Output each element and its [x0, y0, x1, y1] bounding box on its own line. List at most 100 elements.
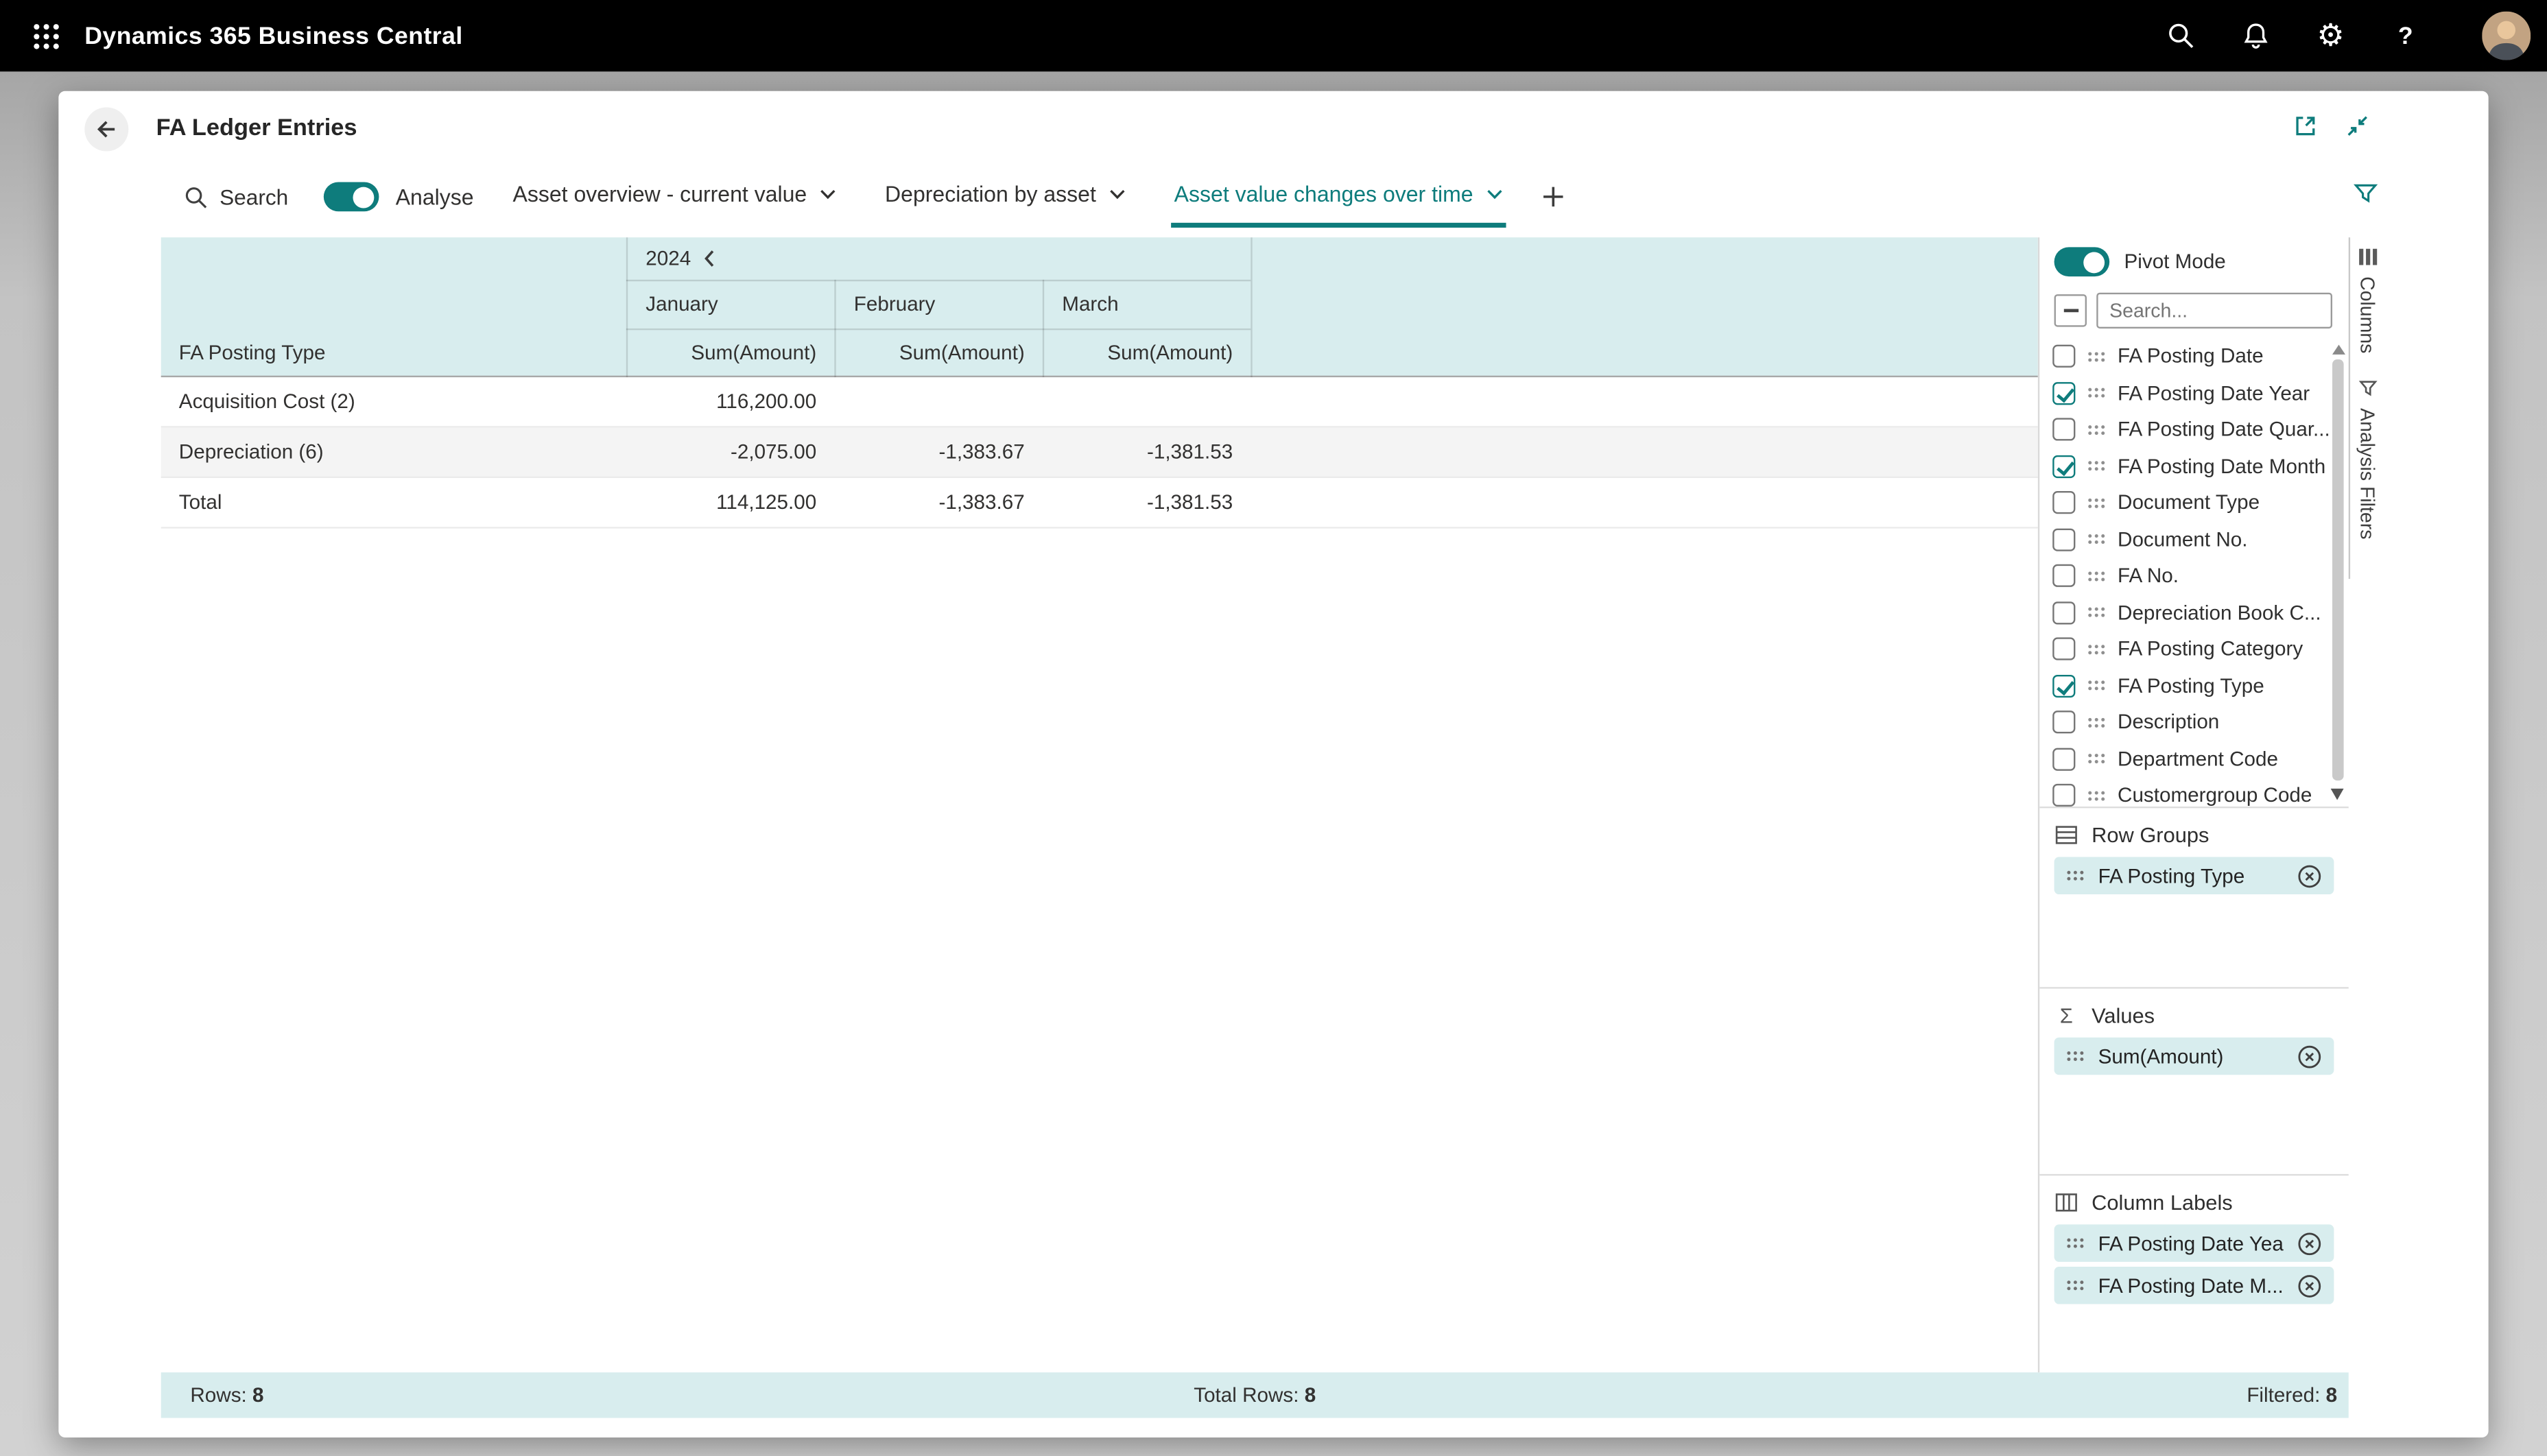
plus-icon	[1541, 185, 1564, 208]
analysis-tab[interactable]: Depreciation by asset	[881, 166, 1128, 228]
remove-chip-button[interactable]	[2297, 863, 2323, 889]
header-divider	[626, 329, 1251, 330]
analysis-tab-label: Asset overview - current value	[512, 182, 807, 207]
scroll-up-icon[interactable]	[2332, 338, 2345, 355]
drag-handle-icon[interactable]	[2087, 715, 2106, 730]
drag-handle-icon[interactable]	[2087, 569, 2106, 583]
analyse-control: Analyse	[324, 166, 473, 228]
value-header-cell[interactable]: Sum(Amount)	[626, 329, 834, 377]
drag-handle-icon[interactable]	[2065, 868, 2085, 883]
analysis-tab[interactable]: Asset overview - current value	[510, 166, 840, 228]
open-in-new-window-button[interactable]	[2292, 112, 2319, 145]
row-header-cell[interactable]: FA Posting Type	[161, 329, 626, 377]
drag-handle-icon[interactable]	[2087, 532, 2106, 547]
month-header-cell[interactable]: February	[834, 280, 1042, 329]
remove-chip-button[interactable]	[2297, 1043, 2323, 1069]
field-list-item[interactable]: Customergroup Code	[2039, 777, 2329, 808]
column-labels-title: Column Labels	[2092, 1191, 2233, 1215]
table-row[interactable]: Total 114,125.00 -1,383.67 -1,381.53	[161, 478, 2038, 529]
month-header-cell[interactable]: January	[626, 280, 834, 329]
field-list-item[interactable]: Document Type	[2039, 485, 2329, 521]
drag-handle-icon[interactable]	[2065, 1049, 2085, 1063]
add-analysis-tab-button[interactable]	[1541, 166, 1564, 228]
pivot-chip[interactable]: FA Posting Date Year	[2054, 1224, 2334, 1262]
field-list-item[interactable]: Department Code	[2039, 741, 2329, 777]
field-checkbox[interactable]	[2052, 638, 2075, 660]
notifications-button[interactable]	[2238, 18, 2273, 53]
drag-handle-icon[interactable]	[2087, 642, 2106, 656]
drag-handle-icon[interactable]	[2087, 349, 2106, 363]
field-list-item[interactable]: FA Posting Date Quar...	[2039, 411, 2329, 448]
app-title: Dynamics 365 Business Central	[84, 22, 462, 49]
analysis-tab[interactable]: Asset value changes over time	[1171, 166, 1506, 228]
pivot-chip[interactable]: FA Posting Date M...	[2054, 1267, 2334, 1304]
pivot-mode-toggle[interactable]	[2054, 247, 2110, 276]
month-header-cell[interactable]: March	[1043, 280, 1251, 329]
field-label: FA Posting Date Year	[2118, 382, 2310, 405]
field-checkbox[interactable]	[2052, 492, 2075, 514]
avatar[interactable]	[2482, 12, 2531, 60]
pivot-chip[interactable]: FA Posting Type	[2054, 857, 2334, 895]
drag-handle-icon[interactable]	[2087, 678, 2106, 693]
settings-button[interactable]: ⚙	[2313, 18, 2349, 53]
drag-handle-icon[interactable]	[2087, 422, 2106, 437]
analyse-toggle[interactable]	[324, 182, 379, 212]
drag-handle-icon[interactable]	[2087, 386, 2106, 401]
value-header-cell[interactable]: Sum(Amount)	[834, 329, 1042, 377]
collapse-window-button[interactable]	[2344, 112, 2371, 145]
open-in-new-window-icon	[2292, 112, 2319, 140]
field-list-item[interactable]: FA Posting Date Month	[2039, 448, 2329, 484]
field-list-item[interactable]: Document No.	[2039, 521, 2329, 558]
field-search-input[interactable]	[2096, 293, 2332, 329]
field-list-item[interactable]: FA Posting Date Year	[2039, 375, 2329, 411]
scrollbar-thumb[interactable]	[2332, 359, 2344, 780]
help-button[interactable]: ?	[2388, 18, 2424, 53]
field-checkbox[interactable]	[2052, 345, 2075, 368]
field-list-item[interactable]: Description	[2039, 704, 2329, 741]
field-checkbox[interactable]	[2052, 674, 2075, 697]
field-checkbox[interactable]	[2052, 601, 2075, 624]
field-checkbox[interactable]	[2052, 564, 2075, 587]
table-row[interactable]: Depreciation (6) -2,075.00 -1,383.67 -1,…	[161, 428, 2038, 479]
month-headers: JanuaryFebruaryMarch	[626, 280, 1251, 329]
field-checkbox[interactable]	[2052, 455, 2075, 477]
field-checkbox[interactable]	[2052, 418, 2075, 441]
filter-button[interactable]	[2351, 181, 2379, 212]
table-row[interactable]: Acquisition Cost (2) 116,200.00	[161, 377, 2038, 428]
field-list-item[interactable]: Depreciation Book C...	[2039, 595, 2329, 631]
field-checkbox[interactable]	[2052, 711, 2075, 734]
field-list-item[interactable]: FA Posting Date	[2039, 338, 2329, 374]
field-checkbox[interactable]	[2052, 528, 2075, 551]
search-button[interactable]	[2163, 18, 2199, 53]
collapse-group-chevron-icon[interactable]	[702, 249, 717, 268]
tab-columns[interactable]: Columns	[2356, 247, 2378, 353]
collapse-all-button[interactable]	[2054, 294, 2087, 326]
drag-handle-icon[interactable]	[2087, 752, 2106, 766]
field-checkbox[interactable]	[2052, 382, 2075, 405]
field-list-item[interactable]: FA No.	[2039, 558, 2329, 594]
drag-handle-icon[interactable]	[2087, 459, 2106, 473]
back-button[interactable]	[84, 106, 128, 150]
field-checkbox[interactable]	[2052, 748, 2075, 770]
value-cell: 114,125.00	[626, 491, 834, 514]
field-list-item[interactable]: FA Posting Type	[2039, 667, 2329, 704]
drag-handle-icon[interactable]	[2087, 496, 2106, 510]
tab-analysis-filters[interactable]: Analysis Filters	[2356, 379, 2378, 540]
field-checkbox[interactable]	[2052, 784, 2075, 807]
remove-chip-button[interactable]	[2297, 1272, 2323, 1298]
app-launcher-icon[interactable]	[16, 6, 75, 64]
drag-handle-icon[interactable]	[2087, 788, 2106, 802]
side-tab-strip: Columns Analysis Filters	[2349, 237, 2384, 579]
pivot-chip[interactable]: Sum(Amount)	[2054, 1038, 2334, 1075]
remove-chip-button[interactable]	[2297, 1230, 2323, 1256]
field-list-item[interactable]: FA Posting Category	[2039, 631, 2329, 667]
drag-handle-icon[interactable]	[2065, 1236, 2085, 1250]
field-list-scrollbar[interactable]	[2331, 338, 2345, 808]
value-header-cell[interactable]: Sum(Amount)	[1043, 329, 1251, 377]
grid-search-button[interactable]: Search	[184, 166, 288, 228]
year-group-header[interactable]: 2024	[626, 237, 1251, 280]
field-label: FA Posting Type	[2118, 674, 2264, 697]
drag-handle-icon[interactable]	[2065, 1278, 2085, 1293]
scroll-down-icon[interactable]	[2331, 789, 2344, 807]
drag-handle-icon[interactable]	[2087, 606, 2106, 620]
